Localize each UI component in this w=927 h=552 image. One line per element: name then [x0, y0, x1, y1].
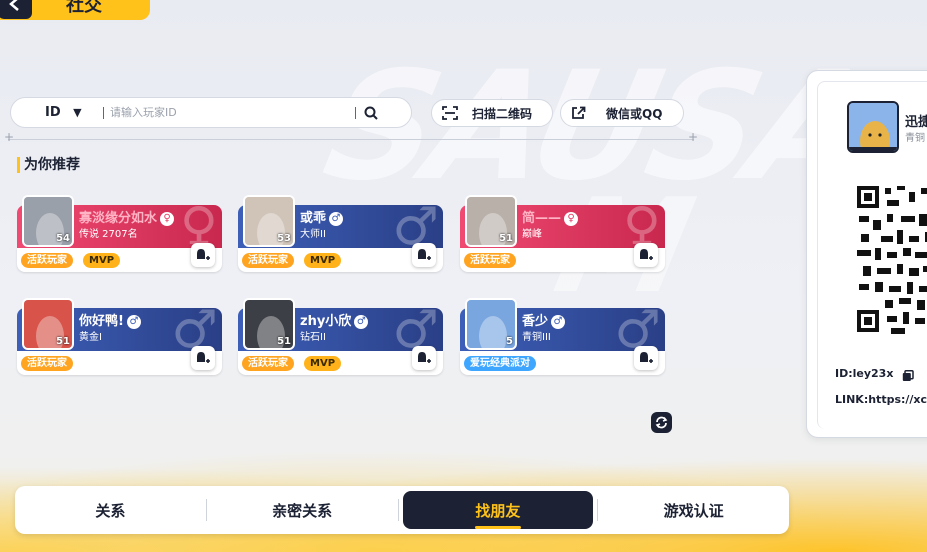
player-tag: 爱玩经典派对 — [464, 356, 536, 371]
add-friend-icon — [197, 352, 210, 363]
avatar[interactable]: 53 — [243, 195, 295, 247]
player-name: zhy小欣 — [300, 314, 352, 329]
add-friend-button[interactable] — [634, 346, 658, 370]
gender-icon: ♂ — [551, 315, 566, 329]
gender-icon: ♂ — [354, 315, 369, 329]
player-tag: 活跃玩家 — [21, 253, 73, 268]
profile-name: 迅捷 — [905, 115, 927, 130]
recommend-card[interactable]: ♀ 54 寡淡缘分如水 ♀ 传说 2707名 活跃玩家 MVP — [17, 195, 222, 272]
player-name-row: zhy小欣 ♂ — [300, 310, 369, 329]
player-name: 香少 — [522, 314, 549, 329]
player-name: 或乖 — [300, 211, 327, 226]
share-icon — [571, 106, 586, 120]
player-name-row: 简—— ♀ — [522, 207, 579, 226]
section-title: 为你推荐 — [17, 157, 80, 173]
chevron-down-icon: ▼ — [73, 106, 82, 119]
qr-code-image — [857, 186, 927, 336]
separator — [103, 106, 104, 119]
recommend-card[interactable]: ♀ 51 简—— ♀ 巅峰 活跃玩家 — [460, 195, 665, 272]
refresh-icon — [655, 416, 668, 429]
player-rank: 黄金I — [79, 332, 102, 343]
bottom-tab-bar: 关系 亲密关系 找朋友 游戏认证 — [15, 486, 789, 534]
avatar[interactable]: 54 — [22, 195, 74, 247]
level-badge: 54 — [56, 233, 70, 244]
recommend-card[interactable]: ♂ 51 zhy小欣 ♂ 钻石II 活跃玩家 MVP — [238, 298, 443, 375]
divider — [4, 130, 698, 144]
avatar[interactable]: 51 — [243, 298, 295, 350]
player-tag: 活跃玩家 — [21, 356, 73, 371]
refresh-button[interactable] — [651, 412, 672, 433]
search-bar: ID ▼ — [10, 97, 412, 128]
player-name-row: 香少 ♂ — [522, 310, 566, 329]
player-name-row: 或乖 ♂ — [300, 207, 344, 226]
back-button[interactable] — [0, 0, 32, 19]
page-title: 社交 — [66, 0, 102, 16]
avatar — [847, 101, 899, 153]
level-badge: 51 — [277, 336, 291, 347]
level-badge: 5 — [506, 336, 513, 347]
avatar[interactable]: 51 — [465, 195, 517, 247]
add-friend-button[interactable] — [191, 243, 215, 267]
gender-icon: ♂ — [329, 212, 344, 226]
add-friend-icon — [640, 352, 653, 363]
player-tag: 活跃玩家 — [242, 253, 294, 268]
tab-separator — [397, 499, 399, 521]
gender-icon: ♀ — [564, 212, 579, 226]
player-rank: 大师II — [300, 229, 326, 240]
level-badge: 51 — [499, 233, 513, 244]
player-name-row: 你好鸭! ♂ — [79, 310, 141, 329]
tab-relations[interactable]: 关系 — [15, 491, 206, 529]
search-type-label: ID — [45, 105, 61, 120]
recommend-card[interactable]: ♂ 53 或乖 ♂ 大师II 活跃玩家 MVP — [238, 195, 443, 272]
add-friend-button[interactable] — [191, 346, 215, 370]
separator — [355, 106, 356, 119]
mvp-badge: MVP — [304, 356, 342, 371]
level-badge: 53 — [277, 233, 291, 244]
tab-find-friends[interactable]: 找朋友 — [402, 491, 594, 529]
add-friend-button[interactable] — [412, 346, 436, 370]
player-name: 简—— — [522, 211, 562, 226]
avatar[interactable]: 51 — [22, 298, 74, 350]
player-rank: 传说 2707名 — [79, 229, 138, 240]
player-rank: 钻石II — [300, 332, 326, 343]
player-rank: 巅峰 — [522, 229, 542, 240]
add-friend-button[interactable] — [412, 243, 436, 267]
search-icon[interactable] — [364, 106, 378, 120]
profile-id: ID:ley23x — [835, 367, 894, 380]
scan-icon — [442, 106, 458, 120]
copy-icon[interactable] — [902, 367, 914, 386]
player-tag: 活跃玩家 — [464, 253, 516, 268]
level-badge: 51 — [56, 336, 70, 347]
player-name-row: 寡淡缘分如水 ♀ — [79, 207, 175, 226]
share-wechat-qq-button[interactable]: 微信或QQ — [560, 99, 684, 127]
add-friend-icon — [418, 352, 431, 363]
player-tag: 活跃玩家 — [242, 356, 294, 371]
recommend-card[interactable]: ♂ 5 香少 ♂ 青铜III 爱玩经典派对 — [460, 298, 665, 375]
player-name: 寡淡缘分如水 — [79, 211, 158, 226]
profile-rank: 青铜 — [905, 133, 925, 144]
scan-qr-label: 扫描二维码 — [472, 106, 533, 121]
header-bar: 社交 — [0, 0, 150, 20]
search-type-select[interactable]: ID ▼ — [11, 105, 91, 120]
player-name: 你好鸭! — [79, 314, 124, 329]
search-input[interactable] — [110, 106, 355, 119]
share-label: 微信或QQ — [606, 106, 663, 121]
gender-icon: ♀ — [160, 212, 175, 226]
profile-link: LINK:https://xc.xc — [835, 393, 927, 406]
add-friend-button[interactable] — [634, 243, 658, 267]
player-rank: 青铜III — [522, 332, 551, 343]
mvp-badge: MVP — [83, 253, 121, 268]
add-friend-icon — [197, 249, 210, 260]
my-qr-card: 迅捷 青铜 ID:ley23x LINK:https:// — [806, 70, 927, 438]
recommend-card[interactable]: ♂ 51 你好鸭! ♂ 黄金I 活跃玩家 — [17, 298, 222, 375]
add-friend-icon — [640, 249, 653, 260]
add-friend-icon — [418, 249, 431, 260]
gender-icon: ♂ — [126, 315, 141, 329]
mvp-badge: MVP — [304, 253, 342, 268]
tab-game-certification[interactable]: 游戏认证 — [598, 491, 789, 529]
avatar[interactable]: 5 — [465, 298, 517, 350]
back-arrow-icon — [9, 0, 19, 11]
scan-qr-button[interactable]: 扫描二维码 — [431, 99, 553, 127]
tab-intimate[interactable]: 亲密关系 — [207, 491, 398, 529]
